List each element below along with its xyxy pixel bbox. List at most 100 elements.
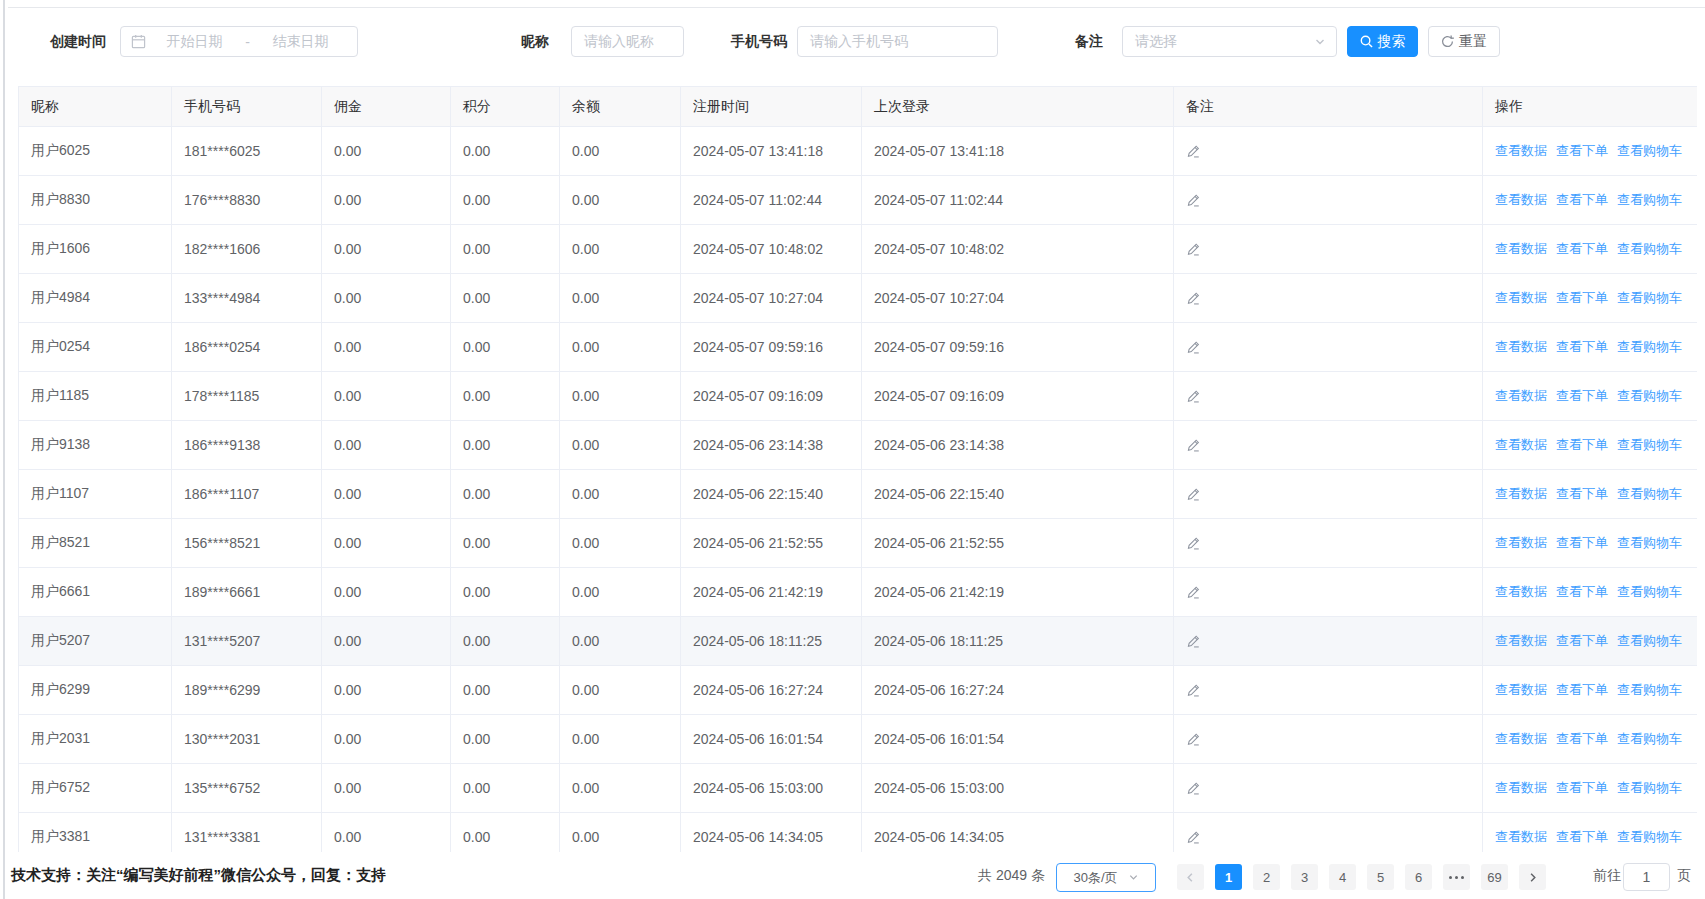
view-cart-link[interactable]: 查看购物车 bbox=[1617, 584, 1682, 599]
edit-remark-icon[interactable] bbox=[1186, 732, 1201, 747]
page-button-2[interactable]: 2 bbox=[1253, 864, 1280, 890]
view-cart-link[interactable]: 查看购物车 bbox=[1617, 731, 1682, 746]
view-orders-link[interactable]: 查看下单 bbox=[1556, 682, 1608, 697]
search-button[interactable]: 搜索 bbox=[1347, 26, 1418, 57]
col-last-login: 上次登录 bbox=[862, 87, 1174, 127]
view-data-link[interactable]: 查看数据 bbox=[1495, 486, 1547, 501]
reset-button[interactable]: 重置 bbox=[1428, 26, 1500, 57]
view-orders-link[interactable]: 查看下单 bbox=[1556, 192, 1608, 207]
edit-remark-icon[interactable] bbox=[1186, 781, 1201, 796]
table-row: 用户1107186****11070.000.000.002024-05-06 … bbox=[19, 470, 1698, 519]
edit-remark-icon[interactable] bbox=[1186, 438, 1201, 453]
view-cart-link[interactable]: 查看购物车 bbox=[1617, 829, 1682, 844]
view-orders-link[interactable]: 查看下单 bbox=[1556, 290, 1608, 305]
view-cart-link[interactable]: 查看购物车 bbox=[1617, 535, 1682, 550]
phone-cell: 186****9138 bbox=[172, 421, 322, 470]
view-orders-link[interactable]: 查看下单 bbox=[1556, 829, 1608, 844]
view-orders-link[interactable]: 查看下单 bbox=[1556, 633, 1608, 648]
nickname-cell: 用户2031 bbox=[19, 715, 172, 764]
view-cart-link[interactable]: 查看购物车 bbox=[1617, 290, 1682, 305]
view-cart-link[interactable]: 查看购物车 bbox=[1617, 143, 1682, 158]
view-data-link[interactable]: 查看数据 bbox=[1495, 339, 1547, 354]
view-orders-link[interactable]: 查看下单 bbox=[1556, 584, 1608, 599]
view-cart-link[interactable]: 查看购物车 bbox=[1617, 339, 1682, 354]
commission-cell: 0.00 bbox=[322, 470, 451, 519]
view-data-link[interactable]: 查看数据 bbox=[1495, 290, 1547, 305]
view-orders-link[interactable]: 查看下单 bbox=[1556, 535, 1608, 550]
edit-remark-icon[interactable] bbox=[1186, 830, 1201, 845]
top-divider bbox=[8, 7, 1705, 8]
remark-select[interactable]: 请选择 bbox=[1122, 26, 1337, 57]
date-start-input[interactable]: 开始日期 bbox=[146, 33, 243, 51]
edit-remark-icon[interactable] bbox=[1186, 291, 1201, 306]
edit-remark-icon[interactable] bbox=[1186, 487, 1201, 502]
view-data-link[interactable]: 查看数据 bbox=[1495, 682, 1547, 697]
edit-remark-icon[interactable] bbox=[1186, 340, 1201, 355]
date-range-picker[interactable]: 开始日期 - 结束日期 bbox=[120, 26, 358, 57]
view-orders-link[interactable]: 查看下单 bbox=[1556, 143, 1608, 158]
phone-cell: 189****6299 bbox=[172, 666, 322, 715]
view-cart-link[interactable]: 查看购物车 bbox=[1617, 192, 1682, 207]
view-data-link[interactable]: 查看数据 bbox=[1495, 241, 1547, 256]
edit-remark-icon[interactable] bbox=[1186, 193, 1201, 208]
view-orders-link[interactable]: 查看下单 bbox=[1556, 241, 1608, 256]
page-button-69[interactable]: 69 bbox=[1481, 864, 1508, 890]
col-registered: 注册时间 bbox=[681, 87, 862, 127]
points-cell: 0.00 bbox=[451, 323, 560, 372]
phone-input[interactable]: 请输入手机号码 bbox=[797, 26, 998, 57]
edit-remark-icon[interactable] bbox=[1186, 536, 1201, 551]
nickname-input[interactable]: 请输入昵称 bbox=[571, 26, 684, 57]
commission-cell: 0.00 bbox=[322, 764, 451, 813]
edit-remark-icon[interactable] bbox=[1186, 242, 1201, 257]
registered-cell: 2024-05-06 16:01:54 bbox=[681, 715, 862, 764]
edit-remark-icon[interactable] bbox=[1186, 144, 1201, 159]
view-data-link[interactable]: 查看数据 bbox=[1495, 633, 1547, 648]
view-orders-link[interactable]: 查看下单 bbox=[1556, 780, 1608, 795]
date-end-input[interactable]: 结束日期 bbox=[252, 33, 349, 51]
view-data-link[interactable]: 查看数据 bbox=[1495, 829, 1547, 844]
page-button-6[interactable]: 6 bbox=[1405, 864, 1432, 890]
next-page-button[interactable] bbox=[1519, 864, 1546, 890]
commission-cell: 0.00 bbox=[322, 323, 451, 372]
view-cart-link[interactable]: 查看购物车 bbox=[1617, 388, 1682, 403]
view-cart-link[interactable]: 查看购物车 bbox=[1617, 682, 1682, 697]
view-orders-link[interactable]: 查看下单 bbox=[1556, 339, 1608, 354]
goto-page-input[interactable]: 1 bbox=[1623, 863, 1670, 891]
col-actions: 操作 bbox=[1483, 87, 1698, 127]
balance-cell: 0.00 bbox=[560, 666, 681, 715]
phone-placeholder: 请输入手机号码 bbox=[810, 33, 908, 51]
view-data-link[interactable]: 查看数据 bbox=[1495, 535, 1547, 550]
view-data-link[interactable]: 查看数据 bbox=[1495, 780, 1547, 795]
col-commission: 佣金 bbox=[322, 87, 451, 127]
page-button-3[interactable]: 3 bbox=[1291, 864, 1318, 890]
view-orders-link[interactable]: 查看下单 bbox=[1556, 731, 1608, 746]
edit-remark-icon[interactable] bbox=[1186, 634, 1201, 649]
view-cart-link[interactable]: 查看购物车 bbox=[1617, 780, 1682, 795]
view-orders-link[interactable]: 查看下单 bbox=[1556, 486, 1608, 501]
view-orders-link[interactable]: 查看下单 bbox=[1556, 437, 1608, 452]
view-cart-link[interactable]: 查看购物车 bbox=[1617, 437, 1682, 452]
edit-remark-icon[interactable] bbox=[1186, 389, 1201, 404]
view-orders-link[interactable]: 查看下单 bbox=[1556, 388, 1608, 403]
view-data-link[interactable]: 查看数据 bbox=[1495, 437, 1547, 452]
view-data-link[interactable]: 查看数据 bbox=[1495, 584, 1547, 599]
edit-remark-icon[interactable] bbox=[1186, 683, 1201, 698]
view-data-link[interactable]: 查看数据 bbox=[1495, 731, 1547, 746]
view-cart-link[interactable]: 查看购物车 bbox=[1617, 633, 1682, 648]
view-data-link[interactable]: 查看数据 bbox=[1495, 388, 1547, 403]
edit-remark-icon[interactable] bbox=[1186, 585, 1201, 600]
prev-page-button[interactable] bbox=[1177, 864, 1204, 890]
view-cart-link[interactable]: 查看购物车 bbox=[1617, 241, 1682, 256]
actions-cell: 查看数据查看下单查看购物车 bbox=[1483, 127, 1698, 176]
page-button-5[interactable]: 5 bbox=[1367, 864, 1394, 890]
view-data-link[interactable]: 查看数据 bbox=[1495, 192, 1547, 207]
page-button-4[interactable]: 4 bbox=[1329, 864, 1356, 890]
more-pages-button[interactable] bbox=[1443, 864, 1470, 890]
chevron-right-icon bbox=[1527, 872, 1538, 883]
points-cell: 0.00 bbox=[451, 666, 560, 715]
page-button-1[interactable]: 1 bbox=[1215, 864, 1242, 890]
view-cart-link[interactable]: 查看购物车 bbox=[1617, 486, 1682, 501]
page-size-select[interactable]: 30条/页 bbox=[1056, 863, 1156, 892]
nickname-cell: 用户1107 bbox=[19, 470, 172, 519]
view-data-link[interactable]: 查看数据 bbox=[1495, 143, 1547, 158]
